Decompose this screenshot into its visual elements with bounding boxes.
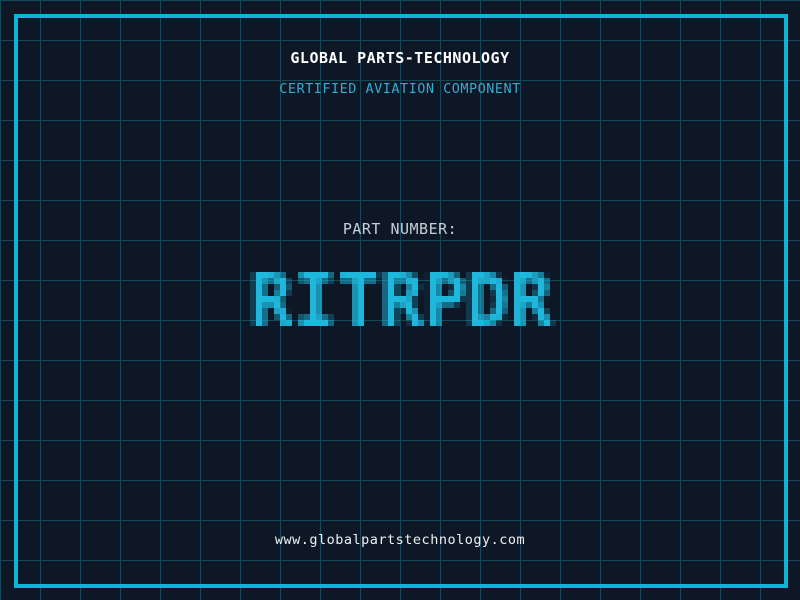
website-url: www.globalpartstechnology.com <box>274 532 526 548</box>
part-number-value <box>238 248 562 344</box>
part-number-text: RITRPDR <box>0 0 1 1</box>
part-number-label: PART NUMBER: <box>342 220 458 238</box>
certificate-page: GLOBAL PARTS-TECHNOLOGY CERTIFIED AVIATI… <box>0 0 800 600</box>
certification-tagline: CERTIFIED AVIATION COMPONENT <box>279 81 521 97</box>
company-name: GLOBAL PARTS-TECHNOLOGY <box>290 49 510 67</box>
